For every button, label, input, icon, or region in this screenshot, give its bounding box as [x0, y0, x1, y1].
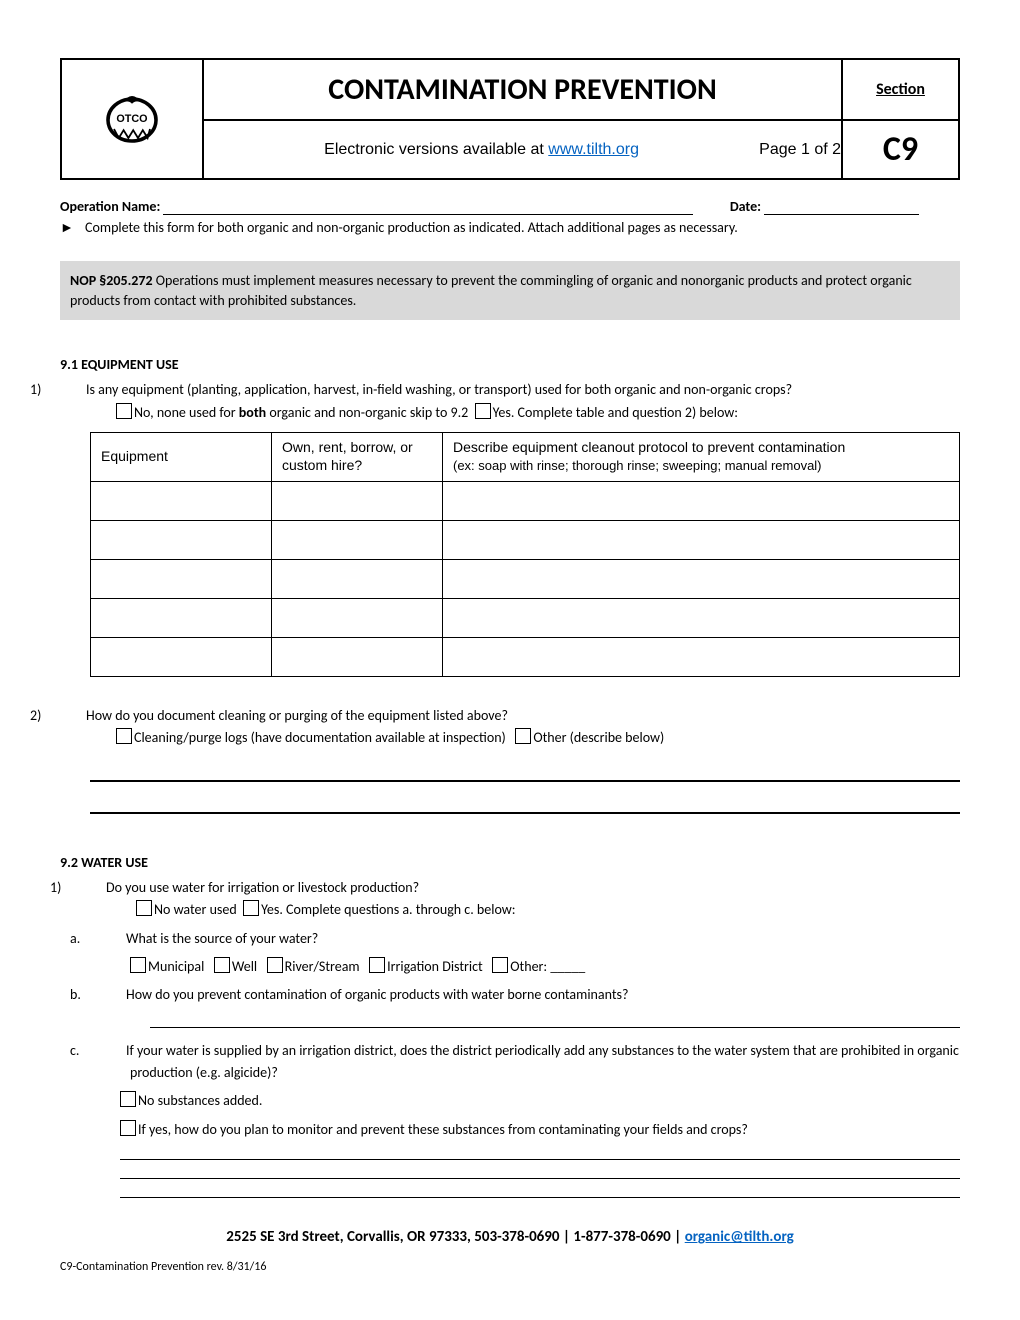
form-title: CONTAMINATION PREVENTION — [203, 59, 842, 120]
section-9-1-head: 9.1 EQUIPMENT USE — [60, 356, 960, 373]
equipment-table: Equipment Own, rent, borrow, or custom h… — [90, 432, 960, 677]
checkbox-well[interactable] — [214, 957, 230, 973]
section-code: C9 — [842, 120, 959, 179]
if-yes-line: If yes, how do you plan to monitor and p… — [60, 1119, 960, 1141]
svg-text:OTCO: OTCO — [116, 113, 147, 125]
checkbox-irrigation-district[interactable] — [369, 957, 385, 973]
table-row[interactable] — [91, 637, 960, 676]
text-line-input[interactable] — [90, 792, 960, 814]
q-9-1-1: 1)Is any equipment (planting, applicatio… — [60, 379, 960, 424]
instruction-line: ► Complete this form for both organic an… — [60, 219, 960, 236]
no-substances-line: No substances added. — [60, 1090, 960, 1112]
checkbox-other-source[interactable] — [492, 957, 508, 973]
section-label: Section — [842, 59, 959, 120]
checkbox-no-water[interactable] — [136, 900, 152, 916]
q-9-2-1: 1)Do you use water for irrigation or liv… — [60, 877, 960, 922]
text-line-input[interactable] — [150, 1027, 960, 1028]
footer-address: 2525 SE 3rd Street, Corvallis, OR 97333,… — [60, 1228, 960, 1246]
operation-name-input[interactable] — [163, 198, 693, 215]
subtitle-cell: Electronic versions available at www.til… — [203, 120, 842, 179]
checkbox-municipal[interactable] — [130, 957, 146, 973]
nop-box: NOP §205.272 Operations must implement m… — [60, 261, 960, 320]
checkbox-yes-equip[interactable] — [475, 403, 491, 419]
date-label: Date: — [730, 198, 761, 215]
th-own: Own, rent, borrow, or custom hire? — [272, 432, 443, 481]
text-line-input[interactable] — [120, 1197, 960, 1198]
logo-cell: OTCO — [61, 59, 203, 179]
water-source-options: Municipal Well River/Stream Irrigation D… — [60, 956, 960, 978]
q-9-2-1c: c.If your water is supplied by an irriga… — [60, 1040, 960, 1085]
section-9-2-head: 9.2 WATER USE — [60, 854, 960, 871]
q-9-2-1b: b.How do you prevent contamination of or… — [60, 984, 960, 1006]
table-row[interactable] — [91, 559, 960, 598]
name-date-row: Operation Name: Date: — [60, 198, 960, 215]
table-row[interactable] — [91, 598, 960, 637]
footer-revision: C9-Contamination Prevention rev. 8/31/16 — [60, 1260, 960, 1274]
header-box: OTCO CONTAMINATION PREVENTION Section El… — [60, 58, 960, 180]
operation-name-label: Operation Name: — [60, 198, 160, 215]
q-9-1-2: 2)How do you document cleaning or purgin… — [60, 705, 960, 750]
table-row[interactable] — [91, 481, 960, 520]
checkbox-river[interactable] — [267, 957, 283, 973]
text-line-input[interactable] — [120, 1159, 960, 1160]
text-line-input[interactable] — [120, 1178, 960, 1179]
otco-logo-icon: OTCO — [102, 87, 162, 147]
th-equipment: Equipment — [91, 432, 272, 481]
checkbox-if-yes[interactable] — [120, 1120, 136, 1136]
checkbox-yes-water[interactable] — [243, 900, 259, 916]
page-number: Page 1 of 2 — [759, 141, 841, 159]
date-input[interactable] — [764, 198, 919, 215]
checkbox-no-substances[interactable] — [120, 1091, 136, 1107]
checkbox-no-equip[interactable] — [116, 403, 132, 419]
th-protocol: Describe equipment cleanout protocol to … — [443, 432, 960, 481]
tilth-link[interactable]: www.tilth.org — [548, 141, 639, 158]
table-row[interactable] — [91, 520, 960, 559]
text-line-input[interactable] — [90, 760, 960, 782]
q-9-2-1a: a.What is the source of your water? — [60, 928, 960, 950]
checkbox-other-doc[interactable] — [515, 728, 531, 744]
checkbox-logs[interactable] — [116, 728, 132, 744]
footer-email-link[interactable]: organic@tilth.org — [685, 1228, 794, 1246]
arrow-icon: ► — [60, 219, 74, 236]
